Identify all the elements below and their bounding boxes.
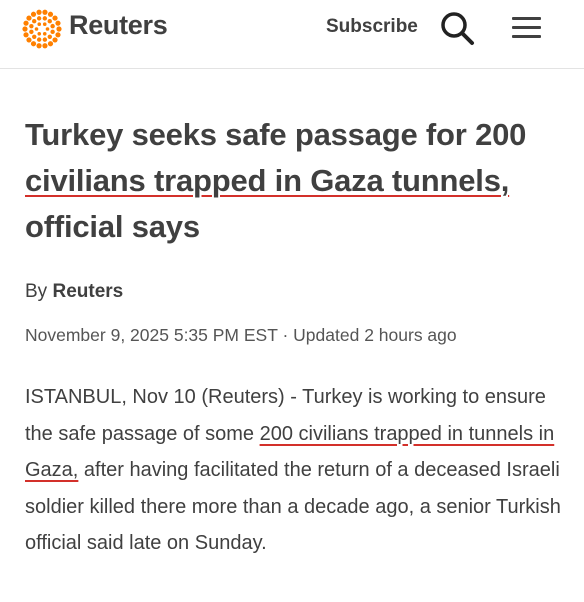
byline: By Reuters: [25, 281, 123, 303]
publish-date: November 9, 2025 5:35 PM EST: [25, 325, 278, 345]
headline-text-1: Turkey seeks safe passage for 200: [25, 117, 527, 152]
hamburger-menu-icon[interactable]: [512, 13, 546, 43]
site-header: Reuters Subscribe: [0, 0, 584, 69]
subscribe-button[interactable]: Subscribe: [326, 16, 418, 38]
search-icon[interactable]: [438, 9, 476, 47]
article-body-paragraph: ISTANBUL, Nov 10 (Reuters) - Turkey is w…: [25, 379, 570, 562]
body-text-2: after having facilitated the return of a…: [25, 459, 561, 554]
headline-text-2: official says: [25, 209, 200, 244]
brand-name[interactable]: Reuters: [69, 10, 168, 41]
byline-prefix: By: [25, 281, 48, 302]
updated-time: Updated 2 hours ago: [293, 325, 457, 345]
byline-author-link[interactable]: Reuters: [52, 281, 123, 302]
article-headline: Turkey seeks safe passage for 200 civili…: [25, 112, 565, 250]
headline-underlined-text: civilians trapped in Gaza tunnels,: [25, 163, 510, 198]
reuters-logo-icon[interactable]: [22, 9, 62, 49]
dateline-separator: ·: [282, 325, 289, 345]
article-dateline: November 9, 2025 5:35 PM EST · Updated 2…: [25, 325, 457, 346]
